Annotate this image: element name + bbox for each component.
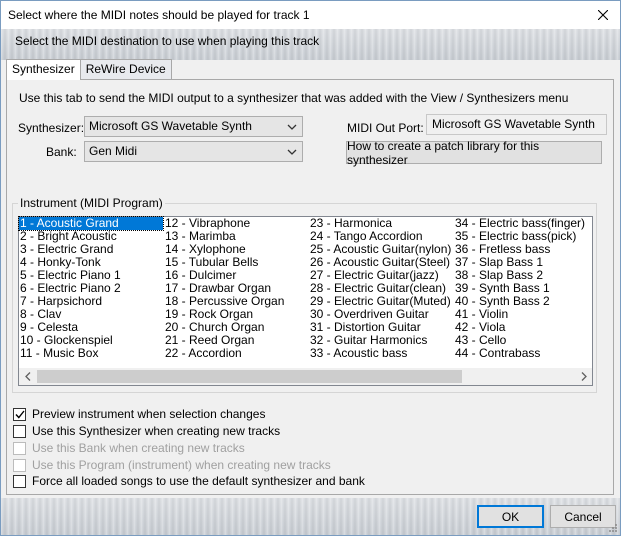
dialog-window: Select where the MIDI notes should be pl… [0, 0, 621, 536]
header-band: Select the MIDI destination to use when … [1, 29, 620, 60]
instrument-column-2: 12 - Vibraphone 13 - Marimba 14 - Xyloph… [164, 217, 284, 360]
checkbox-label: Preview instrument when selection change… [32, 407, 266, 421]
checkbox-label: Use this Program (instrument) when creat… [32, 458, 331, 472]
bank-label: Bank: [46, 145, 77, 159]
checkbox-box[interactable] [13, 474, 26, 488]
checkbox-box[interactable] [13, 424, 26, 438]
list-item[interactable]: 33 - Acoustic bass [309, 347, 451, 360]
checkbox-box[interactable] [13, 407, 26, 421]
chevron-left-icon [24, 372, 30, 381]
use-bank-checkbox: Use this Bank when creating new tracks [13, 440, 245, 456]
instrument-column-4: 34 - Electric bass(finger) 35 - Electric… [454, 217, 585, 360]
scrollbar-thumb[interactable] [37, 370, 462, 383]
use-program-checkbox: Use this Program (instrument) when creat… [13, 457, 331, 473]
title-bar: Select where the MIDI notes should be pl… [1, 1, 620, 29]
dialog-description: Select the MIDI destination to use when … [15, 34, 320, 48]
force-default-synth-checkbox[interactable]: Force all loaded songs to use the defaul… [13, 473, 365, 489]
checkmark-icon [14, 410, 25, 419]
midi-out-port-field: Microsoft GS Wavetable Synth [426, 114, 607, 135]
instrument-group-legend: Instrument (MIDI Program) [18, 196, 165, 210]
use-synthesizer-checkbox[interactable]: Use this Synthesizer when creating new t… [13, 423, 280, 439]
resize-grip-icon[interactable] [608, 523, 618, 533]
tab-synthesizer[interactable]: Synthesizer [6, 59, 81, 80]
list-item[interactable]: 22 - Accordion [164, 347, 284, 360]
scroll-right-button[interactable] [575, 368, 592, 385]
checkbox-label: Force all loaded songs to use the defaul… [32, 474, 365, 488]
synthesizer-label: Synthesizer: [18, 121, 85, 135]
synthesizer-dropdown-value: Microsoft GS Wavetable Synth [89, 119, 252, 133]
horizontal-scrollbar[interactable] [19, 368, 592, 385]
close-icon [598, 10, 608, 20]
checkbox-label: Use this Bank when creating new tracks [32, 441, 245, 455]
chevron-right-icon [581, 372, 587, 381]
instrument-column-3: 23 - Harmonica 24 - Tango Accordion 25 -… [309, 217, 451, 360]
tab-rewire-device[interactable]: ReWire Device [79, 59, 172, 79]
scroll-left-button[interactable] [19, 368, 36, 385]
checkbox-box [13, 458, 26, 472]
bank-dropdown-value: Gen Midi [89, 144, 138, 158]
chevron-down-icon [286, 117, 298, 136]
checkbox-box [13, 441, 26, 455]
close-button[interactable] [586, 1, 620, 29]
synthesizer-tab-panel: Use this tab to send the MIDI output to … [6, 79, 614, 495]
patch-library-help-button[interactable]: How to create a patch library for this s… [346, 139, 602, 167]
instrument-groupbox: Instrument (MIDI Program) 1 - Acoustic G… [12, 196, 597, 393]
midi-out-port-label: MIDI Out Port: [347, 121, 424, 135]
chevron-down-icon [286, 142, 298, 161]
tab-strip: Synthesizer ReWire Device [6, 59, 172, 80]
checkbox-label: Use this Synthesizer when creating new t… [32, 424, 281, 438]
instrument-column-1: 1 - Acoustic Grand 2 - Bright Acoustic 3… [18, 216, 164, 360]
list-item[interactable]: 44 - Contrabass [454, 347, 585, 360]
cancel-button[interactable]: Cancel [550, 505, 616, 528]
footer-band: OK Cancel [1, 498, 620, 535]
synthesizer-dropdown[interactable]: Microsoft GS Wavetable Synth [84, 116, 303, 137]
synth-tab-intro: Use this tab to send the MIDI output to … [19, 91, 569, 105]
window-title: Select where the MIDI notes should be pl… [8, 8, 310, 22]
preview-instrument-checkbox[interactable]: Preview instrument when selection change… [13, 406, 265, 422]
instrument-listbox[interactable]: 1 - Acoustic Grand 2 - Bright Acoustic 3… [18, 216, 593, 386]
ok-button[interactable]: OK [477, 505, 544, 528]
list-item[interactable]: 11 - Music Box [19, 347, 163, 360]
bank-dropdown[interactable]: Gen Midi [84, 141, 303, 162]
